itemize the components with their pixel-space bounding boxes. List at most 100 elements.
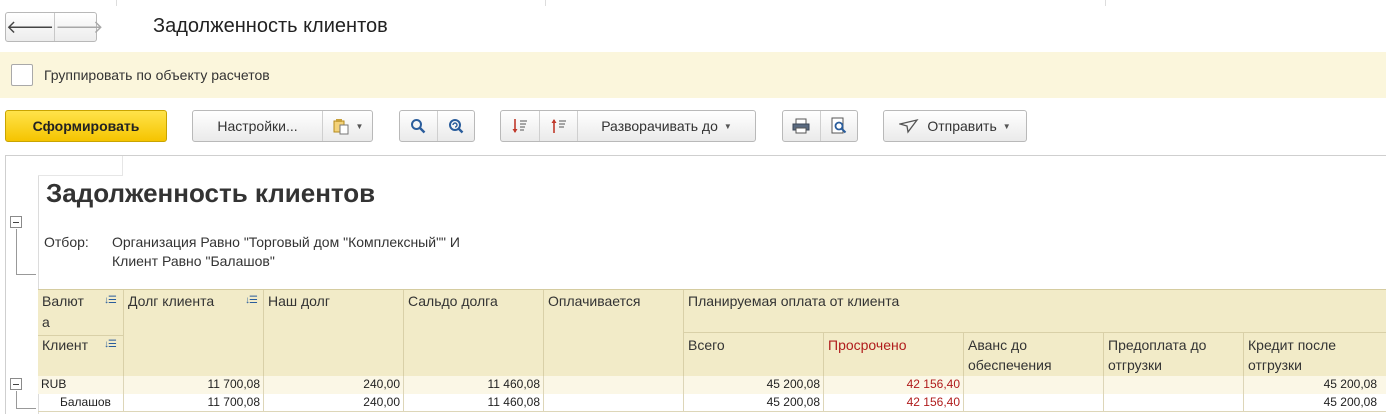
filter-line: Клиент Равно "Балашов" [112, 253, 275, 269]
send-button-inner: Отправить ▼ [884, 111, 1026, 141]
group-by-settlement-checkbox[interactable] [11, 64, 33, 86]
column-divider [963, 332, 964, 377]
divider [1105, 0, 1106, 6]
divider [116, 0, 117, 6]
print-icon [792, 118, 810, 134]
search-button[interactable] [400, 111, 437, 141]
column-header-total[interactable]: Всего [688, 337, 725, 353]
column-header-our-debt[interactable]: Наш долг [268, 293, 330, 309]
table-row[interactable]: Балашов 11 700,08 240,00 11 460,08 45 20… [38, 394, 1386, 412]
settings-button-label: Настройки... [217, 118, 298, 134]
column-divider [1103, 332, 1104, 377]
cell-credit: 45 200,08 [1323, 395, 1377, 409]
sort-asc-button[interactable] [539, 111, 577, 141]
variants-icon [333, 119, 349, 135]
cell-credit: 45 200,08 [1323, 377, 1377, 391]
generate-button[interactable]: Сформировать [5, 110, 167, 142]
table-header: Валют а ↓☰ Клиент ↓☰ Долг клиента ↓☰ Наш… [38, 289, 1386, 377]
search-button-group [399, 110, 475, 142]
chevron-down-icon: ▼ [355, 121, 364, 131]
report-title: Задолженность клиентов [46, 178, 376, 208]
column-header-balance[interactable]: Сальдо долга [408, 293, 498, 309]
sort-icon[interactable]: ↓☰ [104, 295, 117, 306]
navigation-buttons: 🡐 🡒 [5, 12, 104, 42]
column-divider [683, 290, 684, 377]
column-header-overdue[interactable]: Просрочено [828, 337, 907, 353]
table-row-group[interactable]: RUB 11 700,08 240,00 11 460,08 45 200,08… [38, 376, 1386, 394]
row-divider [38, 335, 123, 336]
cell-prepayment [1103, 376, 1240, 394]
cell-client-debt: 11 700,08 [207, 395, 261, 409]
cell-prepayment [1103, 394, 1240, 412]
group-option-panel: Группировать по объекту расчетов [0, 52, 1386, 98]
column-header-client[interactable]: Клиент [42, 337, 88, 353]
search-icon [411, 119, 426, 134]
send-button-label: Отправить [927, 118, 997, 134]
cell-advance [963, 376, 1100, 394]
column-header-prepayment[interactable]: Предоплата до [1108, 337, 1206, 353]
column-header-credit: отгрузки [1248, 357, 1302, 373]
collapse-group-toggle[interactable] [10, 378, 22, 390]
print-button[interactable] [783, 111, 820, 141]
column-divider [263, 290, 264, 377]
column-header-advance: обеспечения [968, 357, 1052, 373]
search-refresh-button[interactable] [436, 111, 475, 141]
print-preview-icon [831, 117, 846, 134]
collapse-header-toggle[interactable] [10, 216, 22, 228]
window-header: 🡐 🡒 Задолженность клиентов [0, 0, 1386, 52]
sort-desc-button[interactable] [501, 111, 539, 141]
cell-being-paid [543, 376, 680, 394]
sort-icon[interactable]: ↓☰ [104, 339, 117, 350]
column-header-currency[interactable]: Валют [42, 293, 84, 309]
send-button[interactable]: Отправить ▼ [883, 110, 1027, 142]
report-variants-button[interactable]: ▼ [322, 111, 372, 141]
column-header-client-debt[interactable]: Долг клиента [128, 293, 214, 309]
spreadsheet-corner [38, 156, 123, 176]
cell-balance: 11 460,08 [487, 377, 541, 391]
search-refresh-icon [448, 119, 464, 134]
forward-button[interactable]: 🡒 [54, 13, 104, 41]
cell-client-debt: 11 700,08 [207, 377, 261, 391]
tree-line [16, 408, 36, 409]
tree-line [16, 391, 17, 409]
cell-currency: RUB [41, 377, 67, 391]
column-header-prepayment: отгрузки [1108, 357, 1162, 373]
column-divider [123, 290, 124, 377]
arrow-right-icon: 🡒 [55, 16, 104, 37]
settings-button[interactable]: Настройки... [193, 111, 322, 141]
filter-label: Отбор: [44, 234, 89, 250]
tree-line [16, 229, 17, 275]
expand-to-dropdown[interactable]: Разворачивать до ▼ [577, 111, 755, 141]
column-divider [1243, 332, 1244, 377]
expand-button-group: Разворачивать до ▼ [500, 110, 756, 142]
chevron-down-icon: ▼ [723, 121, 732, 131]
tree-line [16, 274, 36, 275]
cell-being-paid [543, 394, 680, 412]
chevron-down-icon: ▼ [1002, 121, 1011, 131]
filter-line: Организация Равно "Торговый дом "Комплек… [112, 234, 460, 250]
column-divider [543, 290, 544, 377]
expand-to-label: Разворачивать до [601, 118, 718, 134]
send-icon [899, 118, 919, 134]
settings-button-group: Настройки... ▼ [192, 110, 373, 142]
cell-client: Балашов [60, 395, 111, 409]
cell-advance [963, 394, 1100, 412]
column-header-credit[interactable]: Кредит после [1248, 337, 1336, 353]
arrow-left-icon: 🡐 [6, 16, 55, 37]
sort-desc-icon [512, 119, 527, 133]
divider [545, 0, 546, 6]
cell-our-debt: 240,00 [363, 395, 400, 409]
print-preview-button[interactable] [819, 111, 858, 141]
sort-icon[interactable]: ↓☰ [245, 295, 258, 306]
group-by-settlement-label[interactable]: Группировать по объекту расчетов [44, 67, 270, 83]
cell-total: 45 200,08 [766, 395, 820, 409]
generate-button-label: Сформировать [32, 118, 140, 134]
row-divider [683, 332, 1386, 333]
column-header-planned-payment[interactable]: Планируемая оплата от клиента [688, 293, 899, 309]
print-button-group [782, 110, 858, 142]
column-header-being-paid[interactable]: Оплачивается [548, 293, 640, 309]
back-button[interactable]: 🡐 [6, 13, 54, 41]
column-divider [823, 332, 824, 377]
column-header-advance[interactable]: Аванс до [968, 337, 1027, 353]
cell-overdue: 42 156,40 [906, 377, 960, 391]
